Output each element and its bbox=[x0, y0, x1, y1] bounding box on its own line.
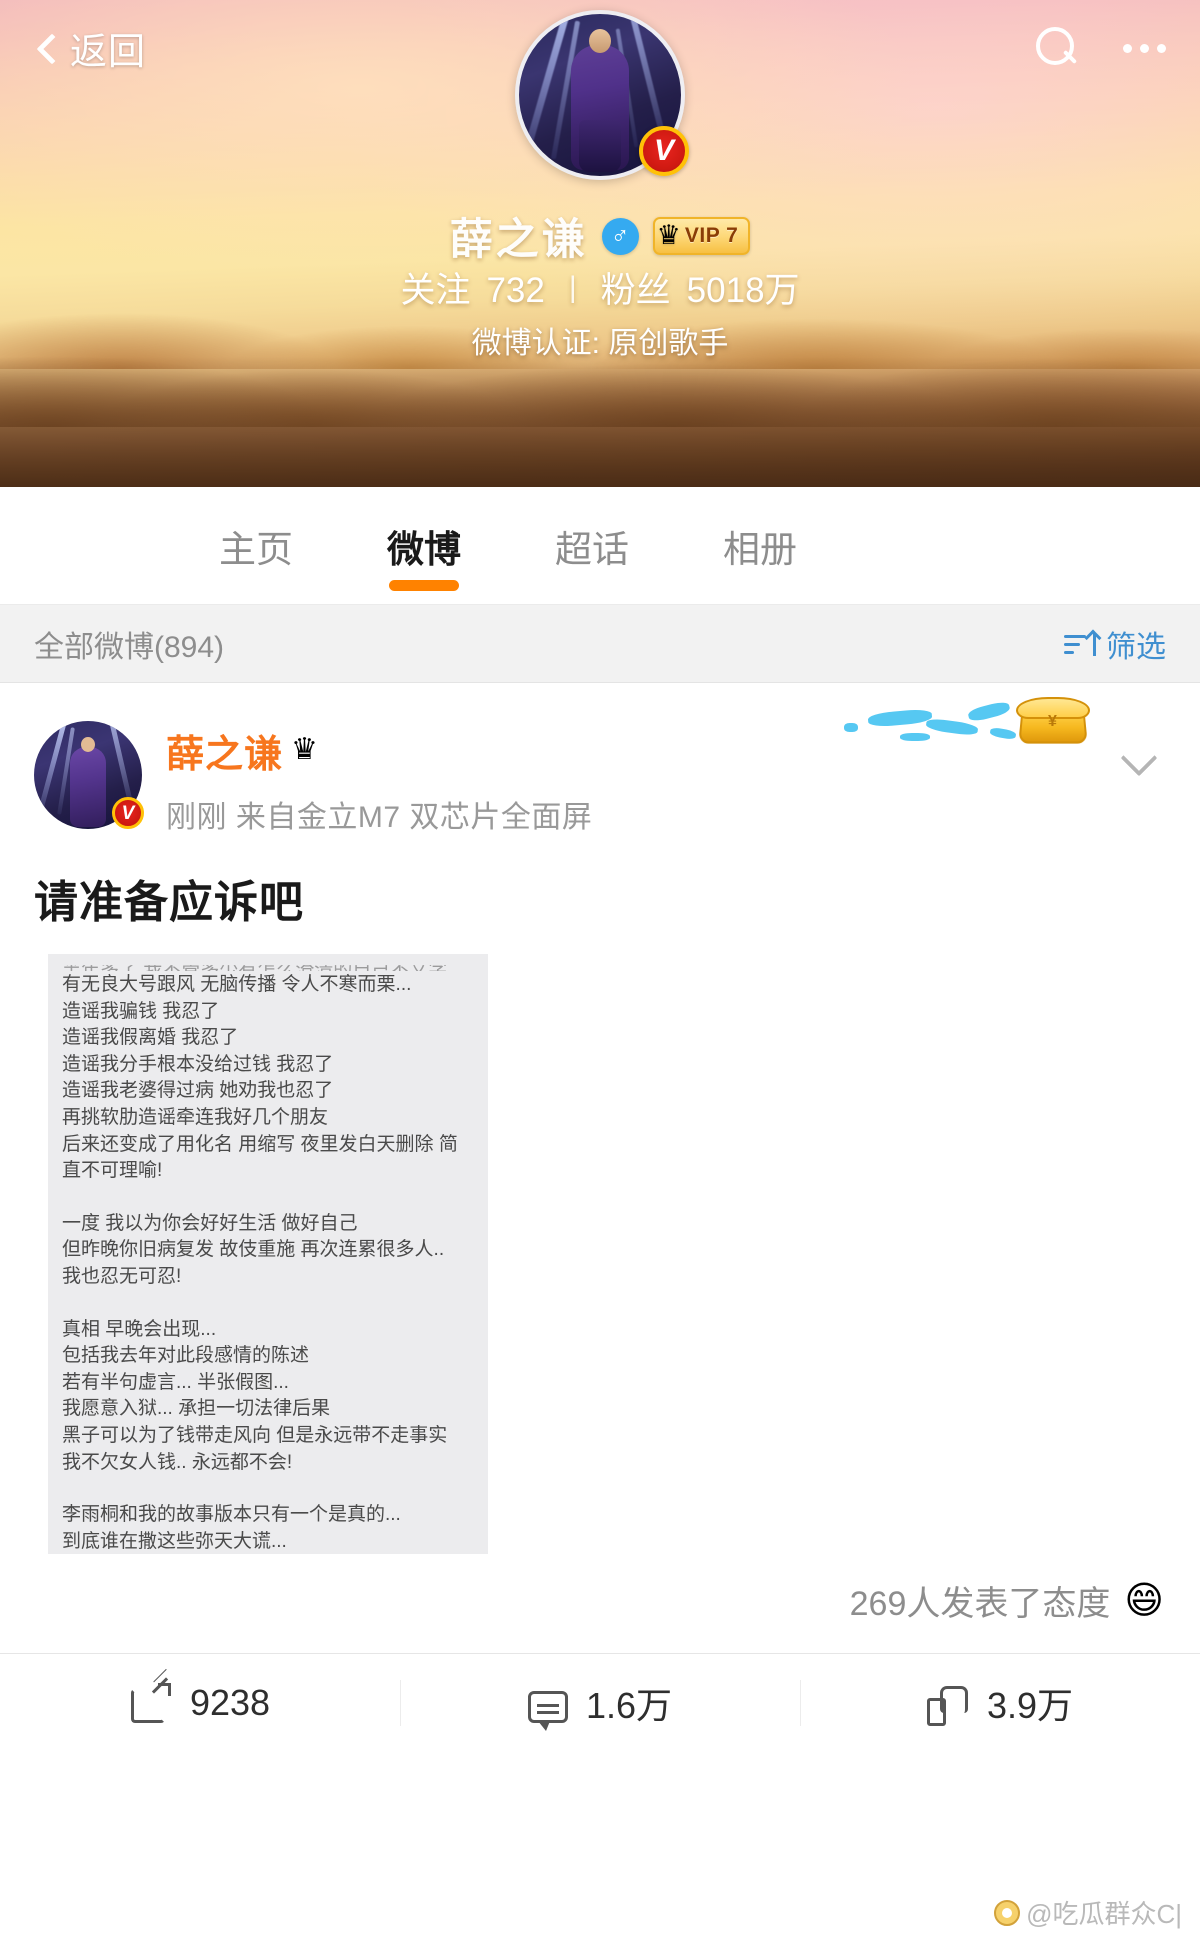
screenshot-line: 造谣我分手根本没给过钱 我忍了 bbox=[62, 1053, 334, 1075]
post-verified-badge-icon: V bbox=[112, 797, 144, 829]
filter-bar: 全部微博(894) 筛选 bbox=[0, 605, 1200, 683]
following-label: 关注 bbox=[400, 271, 471, 310]
back-button-label: 返回 bbox=[70, 31, 146, 72]
screenshot-line: 但昨晚你旧病复发 故伎重施 再次连累很多人.. bbox=[62, 1239, 445, 1261]
post-card: ¥ V 薛之谦 ♛ 刚刚 来自金立M7 双芯片全面屏 请准备应诉吧 半年多了 我… bbox=[0, 683, 1200, 1762]
tab-homepage[interactable]: 主页 bbox=[172, 487, 340, 605]
smile-emoji-icon: 😄 bbox=[1124, 1579, 1164, 1622]
tab-homepage-label: 主页 bbox=[219, 528, 293, 570]
like-button[interactable]: 3.9万 bbox=[800, 1654, 1200, 1752]
screenshot-line: 我愿意入狱... 承担一切法律后果 bbox=[62, 1398, 331, 1420]
screenshot-line: 一度 我以为你会好好生活 做好自己 bbox=[62, 1212, 358, 1234]
post-author-name-line: 薛之谦 ♛ bbox=[166, 723, 1170, 778]
post-crown-icon: ♛ bbox=[291, 732, 318, 766]
repost-count: 9238 bbox=[189, 1682, 271, 1723]
profile-stats: 关注 732 | 粉丝 5018万 bbox=[0, 262, 1200, 313]
screenshot-line: 包括我去年对此段感情的陈述 bbox=[62, 1345, 310, 1367]
post-action-bar: 9238 1.6万 3.9万 bbox=[0, 1654, 1200, 1752]
crown-icon: ♛ bbox=[656, 219, 681, 250]
followers-count: 5018万 bbox=[686, 271, 800, 310]
back-button[interactable]: 返回 bbox=[34, 21, 146, 75]
screenshot-line: 我不欠女人钱.. 永远都不会! bbox=[62, 1451, 293, 1473]
verified-badge-icon: V bbox=[639, 126, 689, 176]
screenshot-line bbox=[62, 1185, 478, 1211]
like-icon bbox=[926, 1682, 969, 1726]
vip-badge-label: VIP 7 bbox=[684, 224, 739, 247]
search-icon[interactable] bbox=[1033, 25, 1079, 71]
watermark-text: @吃瓜群众C| bbox=[1026, 1899, 1182, 1929]
filter-sort-icon bbox=[1064, 630, 1098, 658]
tab-album-label: 相册 bbox=[723, 528, 797, 570]
mountain-layer-near bbox=[0, 357, 1200, 487]
page-title: 薛之谦 bbox=[449, 216, 588, 264]
comment-count: 1.6万 bbox=[585, 1685, 673, 1726]
screenshot-line: 到底谁在撒这些弥天大谎... bbox=[62, 1530, 287, 1552]
screenshot-line: 直不可理喻! bbox=[62, 1160, 163, 1182]
verification-text: 微博认证: 原创歌手 bbox=[471, 327, 729, 360]
more-dots-icon[interactable] bbox=[1123, 38, 1166, 59]
post-timestamp-source: 刚刚 来自金立M7 双芯片全面屏 bbox=[166, 801, 593, 834]
screenshot-line: 再挑软肋造谣牵连我好几个朋友 bbox=[62, 1106, 329, 1128]
following-count: 732 bbox=[486, 271, 545, 310]
screenshot-line: 我也忍无可忍! bbox=[62, 1265, 182, 1287]
attitude-count-label: 269人发表了态度 bbox=[849, 1585, 1111, 1623]
comment-icon bbox=[527, 1691, 568, 1731]
following-stat[interactable]: 关注 732 bbox=[400, 262, 544, 313]
chevron-left-icon bbox=[34, 35, 60, 61]
followers-stat[interactable]: 粉丝 5018万 bbox=[601, 262, 800, 313]
cover-topbar: 返回 bbox=[0, 0, 1200, 96]
post-title: 请准备应诉吧 bbox=[34, 878, 304, 927]
screenshot-line: 造谣我骗钱 我忍了 bbox=[62, 1000, 220, 1022]
profile-name-row: 薛之谦 ♂ ♛ VIP 7 bbox=[0, 205, 1200, 267]
screenshot-line: 后来还变成了用化名 用缩写 夜里发白天删除 简 bbox=[62, 1133, 458, 1155]
post-header: V 薛之谦 ♛ 刚刚 来自金立M7 双芯片全面屏 bbox=[0, 683, 1200, 836]
filter-button[interactable]: 筛选 bbox=[1064, 622, 1166, 666]
repost-button[interactable]: 9238 bbox=[0, 1654, 400, 1752]
profile-cover: 返回 V 薛之谦 ♂ ♛ VIP 7 关注 732 | 粉丝 5018万 微博认… bbox=[0, 0, 1200, 487]
gender-male-icon: ♂ bbox=[601, 217, 639, 255]
repost-icon bbox=[130, 1682, 172, 1724]
tab-weibo[interactable]: 微博 bbox=[340, 487, 508, 605]
screenshot-line: 黑子可以为了钱带走风向 但是永远带不走事实 bbox=[62, 1424, 448, 1446]
tab-supertopic[interactable]: 超话 bbox=[508, 487, 676, 605]
like-count: 3.9万 bbox=[986, 1685, 1074, 1726]
post-author-meta: 薛之谦 ♛ 刚刚 来自金立M7 双芯片全面屏 bbox=[166, 721, 1170, 836]
screenshot-line bbox=[62, 1291, 478, 1317]
comment-button[interactable]: 1.6万 bbox=[400, 1654, 800, 1752]
watermark-avatar-icon bbox=[994, 1899, 1021, 1926]
tab-weibo-label: 微博 bbox=[387, 528, 461, 570]
post-author-name[interactable]: 薛之谦 bbox=[166, 723, 283, 778]
post-author-avatar[interactable]: V bbox=[34, 721, 144, 829]
screenshot-line: 造谣我老婆得过病 她劝我也忍了 bbox=[62, 1080, 334, 1102]
screenshot-line: 有无良大号跟风 无脑传播 令人不寒而栗... bbox=[62, 974, 412, 995]
followers-label: 粉丝 bbox=[600, 271, 671, 310]
cover-topbar-actions bbox=[1033, 25, 1166, 71]
post-screenshot-image[interactable]: 半年多了 我不管多少有怎么澄清的自己不文字... 有无良大号跟风 无脑传播 令人… bbox=[48, 954, 488, 1554]
stats-separator: | bbox=[568, 270, 577, 304]
screenshot-line: 造谣我假离婚 我忍了 bbox=[62, 1027, 239, 1049]
screenshot-line: 李雨桐和我的故事版本只有一个是真的... bbox=[62, 1504, 401, 1526]
filter-button-label: 筛选 bbox=[1106, 630, 1166, 664]
screenshot-line bbox=[62, 1476, 478, 1502]
profile-tabs: 主页 微博 超话 相册 bbox=[0, 487, 1200, 605]
vip-badge[interactable]: ♛ VIP 7 bbox=[652, 217, 751, 255]
screenshot-line: 真相 早晚会出现... bbox=[62, 1318, 217, 1340]
weibo-profile-page: 返回 V 薛之谦 ♂ ♛ VIP 7 关注 732 | 粉丝 5018万 微博认… bbox=[0, 0, 1200, 1943]
post-count-label: 全部微博(894) bbox=[34, 630, 225, 664]
tab-album[interactable]: 相册 bbox=[676, 487, 844, 605]
watermark: @吃瓜群众C| bbox=[994, 1894, 1182, 1931]
screenshot-line: 半年多了 我不管多少有怎么澄清的自己不文字... bbox=[62, 960, 464, 971]
chevron-down-icon[interactable] bbox=[1120, 745, 1160, 769]
attitude-row[interactable]: 269人发表了态度 😄 bbox=[0, 1576, 1200, 1625]
tab-supertopic-label: 超话 bbox=[555, 528, 629, 570]
screenshot-line: 若有半句虚言... 半张假图... bbox=[62, 1371, 289, 1393]
